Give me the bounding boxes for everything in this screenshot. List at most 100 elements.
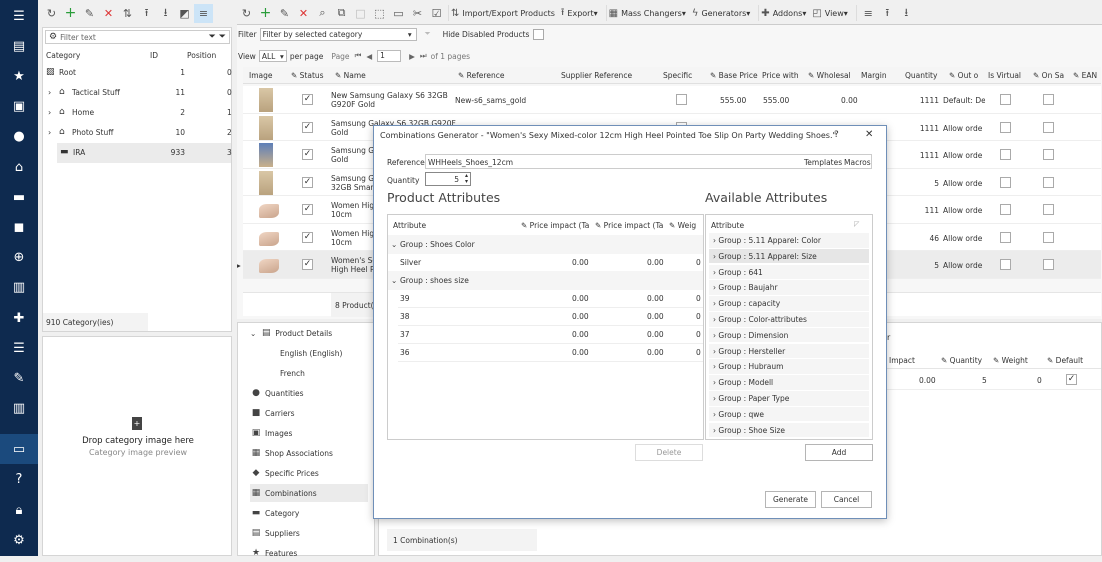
category-filter-select[interactable]: Filter by selected category ▾ [259,27,417,41]
category-image-dropzone[interactable]: + Drop category image here Category imag… [42,336,232,556]
detail-nav-combinations[interactable]: ▦ Combinations [250,484,368,502]
quantity-spinner[interactable]: 5 ▴ ▾ [425,172,471,186]
detail-nav-specific-prices[interactable]: ◆ Specific Prices [250,464,319,482]
hide-disabled-checkbox[interactable] [533,28,545,40]
available-attribute-item[interactable]: › Group : Modell [709,375,869,391]
truck-icon[interactable]: ◼ [0,215,38,239]
unassign-icon[interactable]: ✂ [408,4,427,23]
is-virtual-checkbox[interactable] [1000,259,1011,270]
available-attribute-item[interactable]: › Group : 641 [709,264,869,281]
is-virtual-checkbox[interactable] [1000,204,1011,215]
collapse-icon[interactable]: ⌄ [391,240,397,249]
box-icon[interactable]: ▣ [0,94,38,118]
combination-row[interactable]: 0.00 5 0 ✓ [879,370,1101,390]
status-checkbox[interactable]: ✓ [302,121,313,133]
page-input[interactable]: 1 [377,50,402,62]
duplicate-icon[interactable]: ⬚ [370,4,389,23]
expand-icon[interactable]: › [48,128,51,137]
reference-input[interactable]: WHHeels_Shoes_12cm Templates Macros [425,154,872,169]
available-attribute-item[interactable]: › Group : 5.11 Apparel: Size [709,248,869,265]
wrench-icon[interactable]: ✎ [0,366,38,390]
basket-icon[interactable]: ⌂ [0,155,38,179]
is-virtual-checkbox[interactable] [1000,94,1011,105]
export-button[interactable]: ⭱ Export ▾ [561,5,598,22]
on-sale-checkbox[interactable] [1043,149,1054,160]
filter-toggle-icon[interactable]: ≡ [194,3,213,23]
available-attribute-item[interactable]: › Group : Paper Type [709,391,869,407]
collapse-icon[interactable]: ⌄ [250,329,256,338]
detail-nav-features[interactable]: ★ Features [250,544,297,562]
attribute-value-row[interactable]: 38 0.00 0.00 0 [398,307,703,326]
addons-button[interactable]: ✚ Addons ▾ [761,8,806,19]
is-virtual-checkbox[interactable] [1000,121,1011,133]
status-checkbox[interactable]: ✓ [302,259,313,270]
header-position[interactable]: Position [187,51,216,60]
on-sale-checkbox[interactable] [1043,259,1054,270]
cancel-button[interactable]: Cancel [821,491,872,508]
refresh-icon[interactable]: ↻ [237,4,256,23]
available-attribute-item[interactable]: › Group : capacity [709,296,869,312]
inbox-icon[interactable]: ▭ [0,434,38,464]
header-is-virtual[interactable]: Is Virtual [988,71,1021,80]
detail-nav-category[interactable]: ▬ Category [250,504,300,522]
globe-icon[interactable]: ⊕ [0,245,38,269]
settings-icon[interactable]: ⚙ [49,32,57,42]
attribute-value-row[interactable]: 39 0.00 0.00 0 [398,289,703,308]
edit-icon[interactable]: ✎ [275,4,294,23]
available-attribute-item[interactable]: › Group : Dimension [709,327,869,344]
category-row[interactable]: › ⌂ Tactical Stuff 11 0 [43,83,233,103]
detail-nav-images[interactable]: ▣ Images [250,424,293,442]
help-icon[interactable]: ? [0,467,38,491]
header-out-of-stock[interactable]: ✎ Out o [949,71,978,80]
user-icon[interactable]: ● [0,124,38,148]
move-down-icon[interactable]: ⭳ [156,4,175,23]
specific-checkbox[interactable] [676,94,687,105]
detail-nav-product-details[interactable]: ⌄ ▤ Product Details [250,324,332,342]
header-price-with[interactable]: Price with [762,71,799,80]
generators-button[interactable]: ϟ Generators ▾ [692,8,750,19]
status-checkbox[interactable]: ✓ [302,231,313,243]
checklist-icon[interactable]: ☑ [427,4,446,23]
move-up-icon[interactable]: ⭱ [137,4,156,23]
next-page-icon[interactable]: ▶ [409,52,415,61]
header-id[interactable]: ID [150,51,158,60]
available-attribute-item[interactable]: › Group : Hubraum [709,359,869,376]
header-default[interactable]: ✎ Default [1047,356,1083,365]
available-attribute-item[interactable]: › Group : qwe [709,406,869,423]
generate-button[interactable]: Generate [765,491,816,508]
star-icon[interactable]: ★ [0,64,38,88]
report-icon[interactable]: ▥ [0,396,38,420]
available-attribute-item[interactable]: › Group : Shoe Size [709,422,869,439]
av-header-attribute[interactable]: Attribute [711,221,744,230]
is-virtual-checkbox[interactable] [1000,231,1011,243]
comment-icon[interactable]: ▬ [0,185,38,209]
delete-button[interactable]: Delete [635,444,703,461]
is-virtual-checkbox[interactable] [1000,176,1011,188]
attribute-value-row[interactable]: 37 0.00 0.00 0 [398,325,703,344]
add-icon[interactable]: + [256,4,275,23]
puzzle-icon[interactable]: ✚ [0,306,38,330]
header-wholesale[interactable]: ✎ Wholesal [808,71,851,80]
assign-category-icon[interactable]: ▭ [389,4,408,23]
search-icon[interactable]: ⌕ [313,4,332,23]
clear-filter-icon[interactable]: ⏷ [425,29,431,39]
on-sale-checkbox[interactable] [1043,176,1054,188]
on-sale-checkbox[interactable] [1043,204,1054,215]
available-attribute-item[interactable]: › Group : Color-attributes [709,312,869,328]
category-row[interactable]: › ⌂ Home 2 1 [43,103,233,123]
move-down-icon[interactable]: ⭳ [897,4,916,23]
header-base-price[interactable]: ✎ Base Price [710,71,758,80]
header-quantity[interactable]: ✎ Quantity [941,356,982,365]
refresh-icon[interactable]: ↻ [42,4,61,23]
detail-nav-carriers[interactable]: ■ Carriers [250,404,295,422]
on-sale-checkbox[interactable] [1043,94,1054,105]
header-category[interactable]: Category [46,51,80,60]
import-export-button[interactable]: ⇅ Import/Export Products [451,8,555,19]
delete-icon[interactable]: ✕ [294,4,313,23]
header-weight[interactable]: ✎ Weight [993,356,1028,365]
move-icon[interactable]: ⇅ [118,4,137,23]
category-filter-input[interactable]: ⚙ Filter text ⏷ ⏷ [45,30,230,44]
delete-icon[interactable]: ✕ [99,4,118,23]
filter-clear-icon[interactable]: ⏷ [219,32,226,42]
sort-icon[interactable]: ≡ [859,4,878,23]
